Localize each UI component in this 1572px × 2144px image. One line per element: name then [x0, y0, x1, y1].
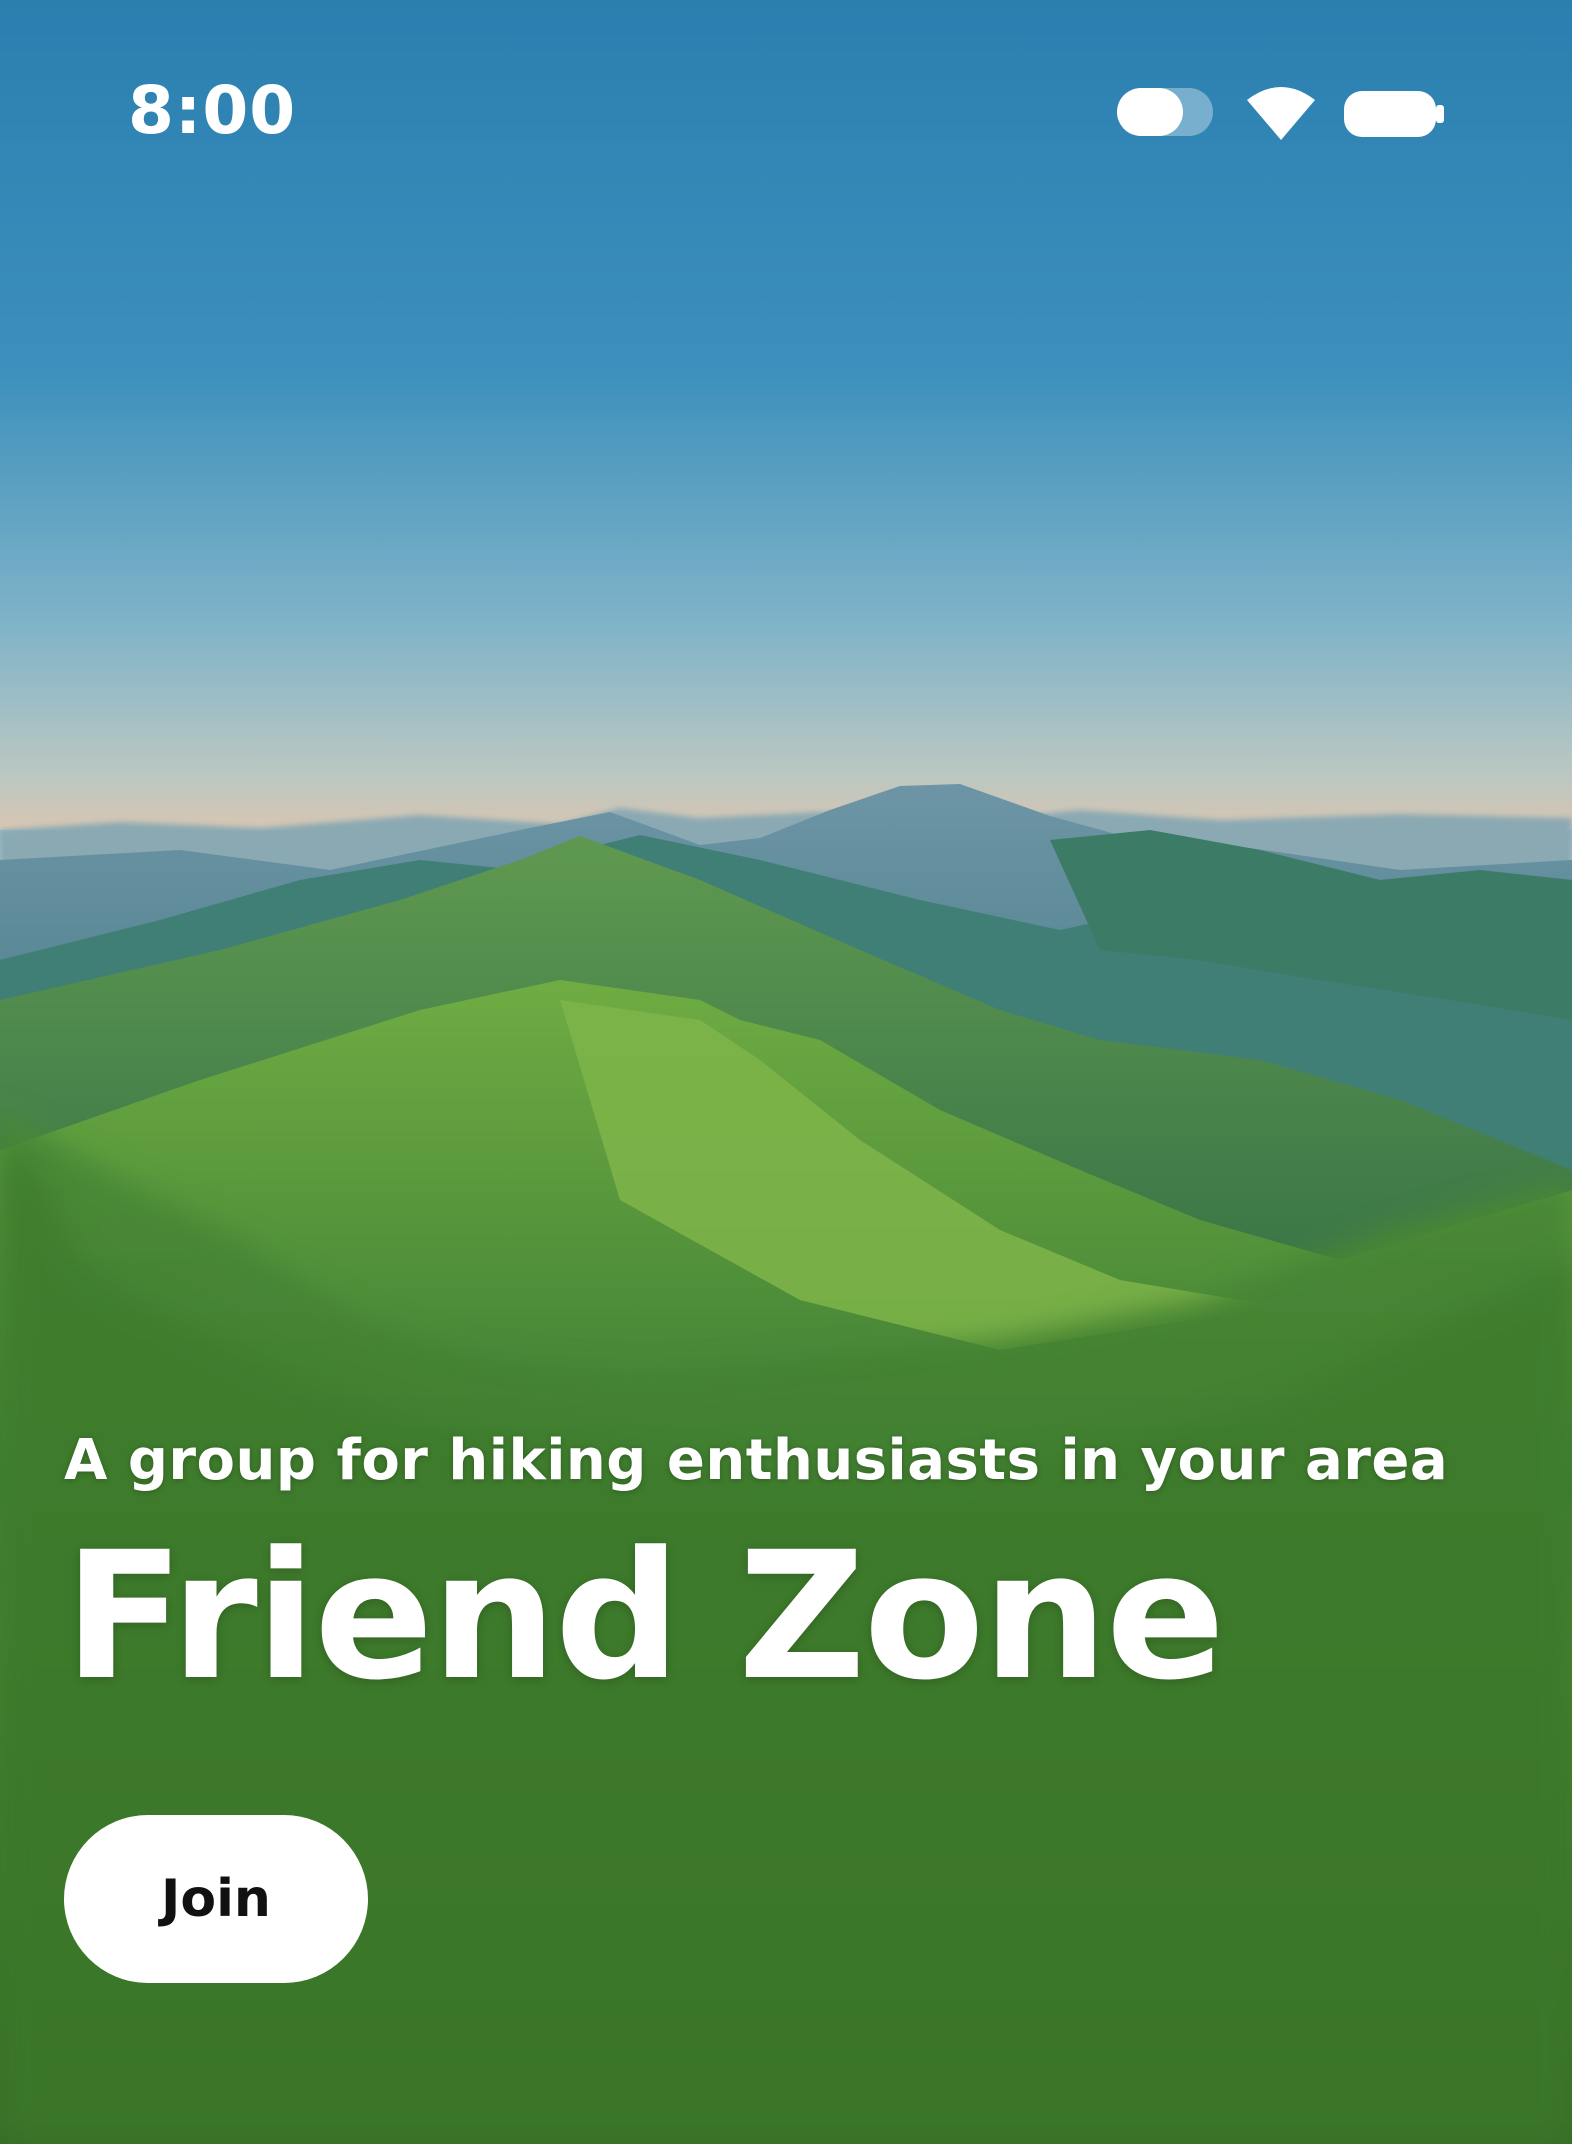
- group-title: Friend Zone: [64, 1514, 1225, 1719]
- toggle-icon: [1117, 88, 1213, 140]
- join-button[interactable]: Join: [64, 1815, 368, 1983]
- group-subtitle: A group for hiking enthusiasts in your a…: [64, 1428, 1449, 1493]
- status-bar: 8:00: [0, 0, 1572, 230]
- hero-content: A group for hiking enthusiasts in your a…: [64, 1418, 1504, 1722]
- battery-icon: [1344, 91, 1444, 141]
- app-screen: 8:00 A group for hiking enthusiasts in y…: [0, 0, 1572, 2144]
- status-time: 8:00: [128, 72, 297, 149]
- status-icons: [1117, 86, 1447, 142]
- wifi-icon: [1245, 86, 1317, 146]
